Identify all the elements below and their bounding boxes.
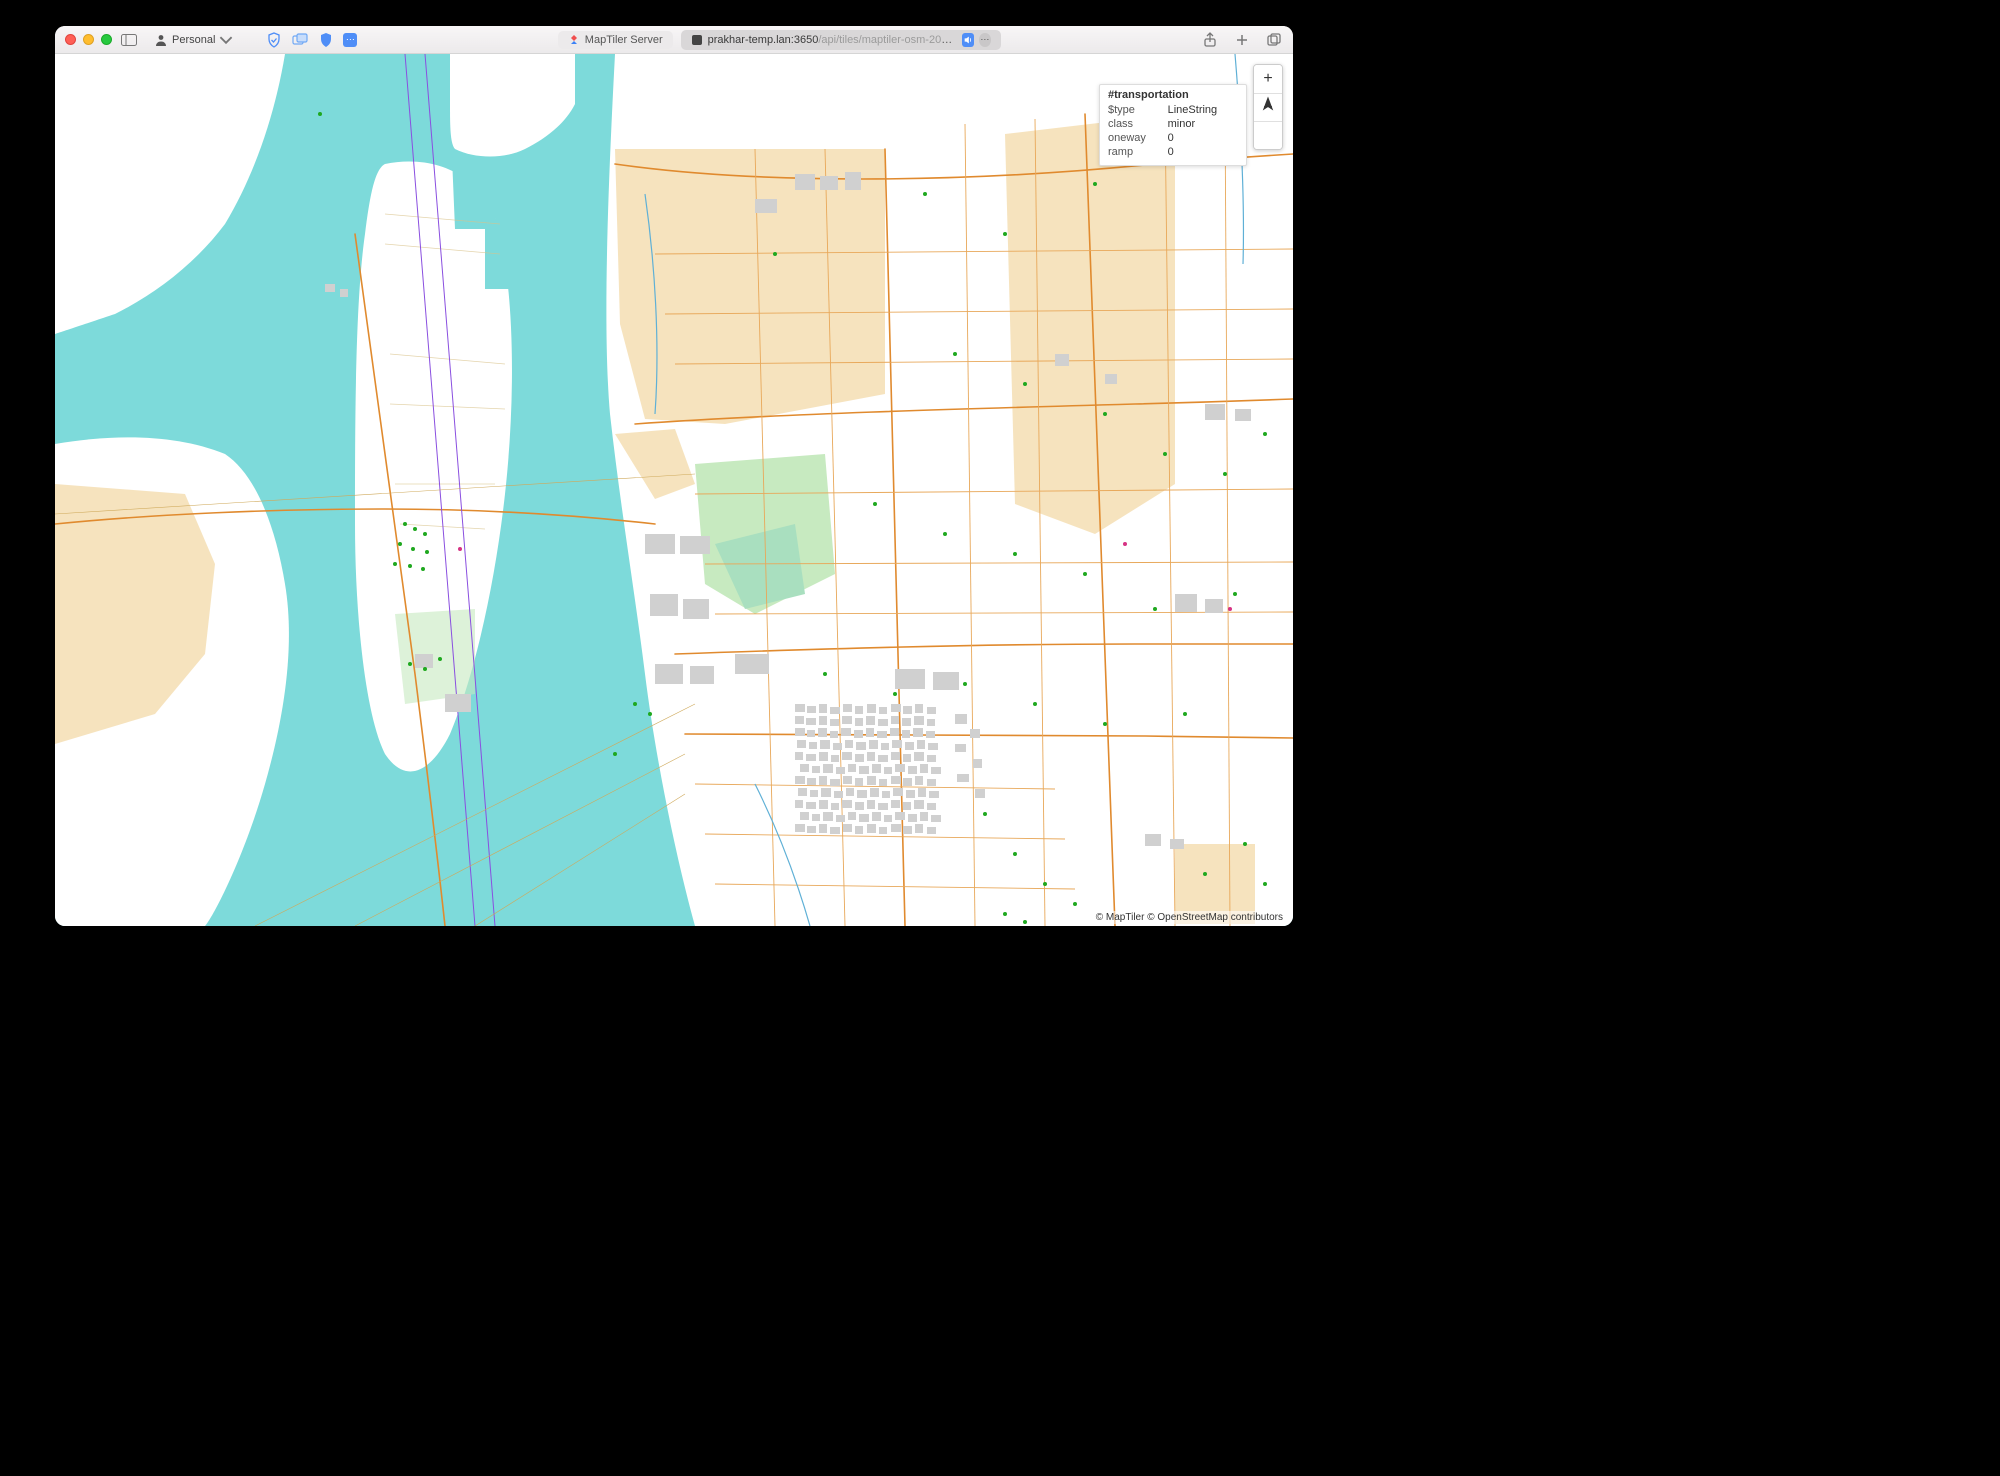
window-minimize-button[interactable] <box>83 34 94 45</box>
inspector-table: $typeLineString classminor oneway0 ramp0 <box>1108 103 1238 159</box>
table-row: ramp0 <box>1108 145 1238 159</box>
browser-window: Personal ⋯ MapTiler Server prakhar-temp <box>55 26 1293 926</box>
share-icon[interactable] <box>1201 32 1219 48</box>
profile-button[interactable]: Personal <box>146 31 241 49</box>
table-row: classminor <box>1108 117 1238 131</box>
extension-icon[interactable]: ⋯ <box>343 33 357 47</box>
profile-label: Personal <box>172 34 215 46</box>
favicon-generic-icon <box>691 34 703 46</box>
tab-url: prakhar-temp.lan:3650/api/tiles/maptiler… <box>708 34 958 46</box>
new-tab-icon[interactable] <box>1233 32 1251 48</box>
tab-maptiler-server[interactable]: MapTiler Server <box>558 31 673 49</box>
window-traffic-lights <box>65 34 112 45</box>
tab-label: MapTiler Server <box>585 34 663 46</box>
inspector-heading: #transportation <box>1108 89 1238 101</box>
shield-icon[interactable] <box>265 32 283 48</box>
feature-inspector-panel: #transportation $typeLineString classmin… <box>1099 84 1247 166</box>
favicon-maptiler-icon <box>568 34 580 46</box>
table-row: $typeLineString <box>1108 103 1238 117</box>
table-row: oneway0 <box>1108 131 1238 145</box>
shield-filled-icon[interactable] <box>317 32 335 48</box>
window-maximize-button[interactable] <box>101 34 112 45</box>
map-zoom-control: + − <box>1253 64 1283 150</box>
map-attribution: © MapTiler © OpenStreetMap contributors <box>1092 911 1287 924</box>
sidebar-toggle-icon[interactable] <box>120 32 138 48</box>
windows-icon[interactable] <box>291 32 309 48</box>
person-icon <box>154 33 168 47</box>
map-svg <box>55 54 1293 926</box>
more-icon[interactable]: ⋯ <box>979 33 991 47</box>
attribution-maptiler[interactable]: © MapTiler <box>1096 912 1145 923</box>
compass-icon <box>1254 65 1282 149</box>
tab-active-url[interactable]: prakhar-temp.lan:3650/api/tiles/maptiler… <box>681 30 1001 50</box>
window-close-button[interactable] <box>65 34 76 45</box>
chevron-down-icon <box>219 33 233 47</box>
tab-overview-icon[interactable] <box>1265 32 1283 48</box>
titlebar: Personal ⋯ MapTiler Server prakhar-temp <box>55 26 1293 54</box>
map-canvas[interactable]: + − #transportation $typeLineString clas… <box>55 54 1293 926</box>
compass-button[interactable] <box>1254 121 1282 149</box>
audio-indicator-icon[interactable] <box>962 33 974 47</box>
attribution-osm[interactable]: © OpenStreetMap contributors <box>1147 912 1283 923</box>
